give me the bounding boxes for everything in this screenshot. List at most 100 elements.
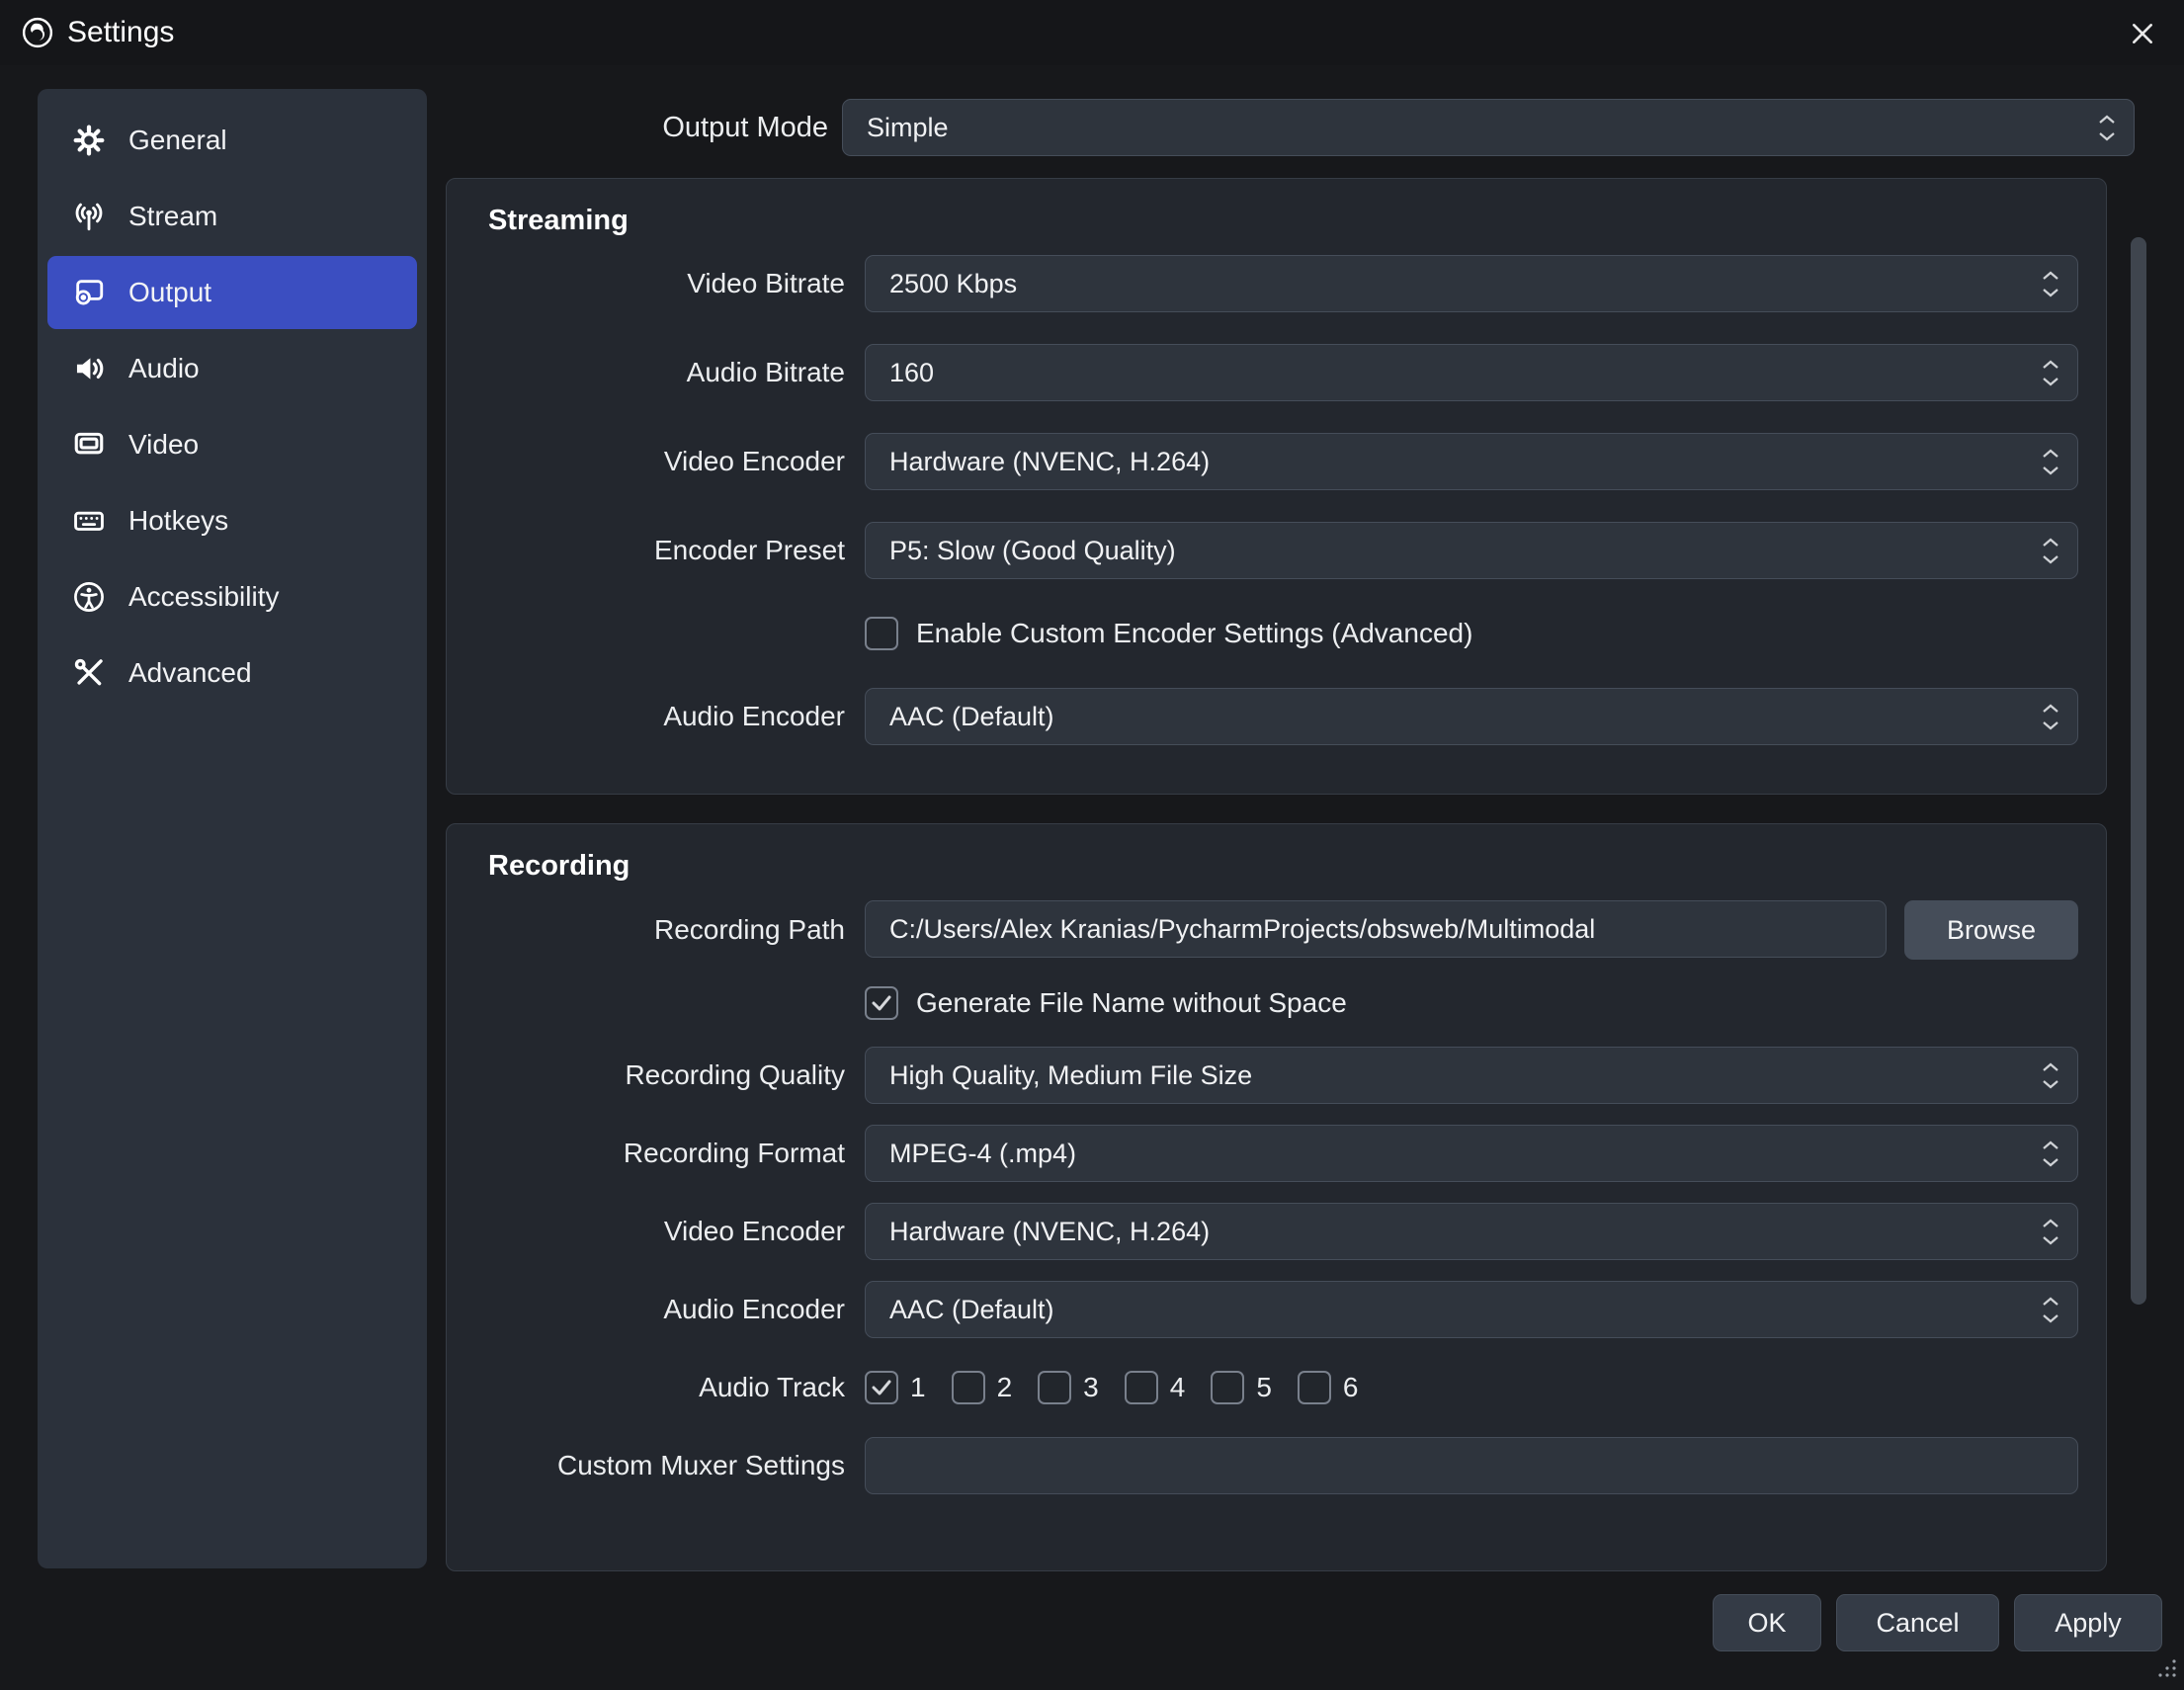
audio-track-4: 4 (1125, 1371, 1186, 1404)
sidebar-item-label: Audio (128, 353, 200, 384)
spinner-arrows-icon[interactable] (2038, 256, 2063, 311)
video-bitrate-spinbox[interactable]: 2500 Kbps (865, 255, 2078, 312)
sidebar-item-audio[interactable]: Audio (47, 332, 417, 405)
audio-track-2: 2 (952, 1371, 1013, 1404)
close-button[interactable] (2121, 12, 2164, 55)
audio-encoder-value: AAC (Default) (889, 702, 1054, 732)
video-encoder-value: Hardware (NVENC, H.264) (889, 447, 1210, 477)
sidebar-item-label: Hotkeys (128, 505, 228, 537)
custom-muxer-input[interactable] (865, 1437, 2078, 1494)
audio-track-5: 5 (1211, 1371, 1272, 1404)
sidebar-item-general[interactable]: General (47, 104, 417, 177)
spinner-arrows-icon[interactable] (2038, 1282, 2063, 1337)
recording-format-row: Recording Format MPEG-4 (.mp4) (474, 1125, 2078, 1182)
audio-track-2-checkbox[interactable] (952, 1371, 985, 1404)
audio-bitrate-value: 160 (889, 358, 934, 388)
settings-sidebar: General Stream (38, 89, 427, 1568)
recording-format-select[interactable]: MPEG-4 (.mp4) (865, 1125, 2078, 1182)
audio-track-6: 6 (1298, 1371, 1359, 1404)
audio-track-row: Audio Track 1 2 (474, 1359, 2078, 1416)
audio-track-5-checkbox[interactable] (1211, 1371, 1244, 1404)
generate-filename-checkbox[interactable] (865, 986, 898, 1020)
recording-section: Recording Recording Path C:/Users/Alex K… (446, 823, 2107, 1571)
sidebar-item-video[interactable]: Video (47, 408, 417, 481)
audio-bitrate-row: Audio Bitrate 160 (474, 344, 2078, 401)
video-encoder-label: Video Encoder (474, 1216, 845, 1247)
video-encoder-select[interactable]: Hardware (NVENC, H.264) (865, 433, 2078, 490)
video-encoder-label: Video Encoder (474, 446, 845, 477)
spinner-arrows-icon[interactable] (2038, 1204, 2063, 1259)
encoder-preset-row: Encoder Preset P5: Slow (Good Quality) (474, 522, 2078, 579)
custom-muxer-label: Custom Muxer Settings (474, 1450, 845, 1481)
audio-encoder-label: Audio Encoder (474, 1294, 845, 1325)
audio-encoder-label: Audio Encoder (474, 701, 845, 732)
recording-audio-encoder-row: Audio Encoder AAC (Default) (474, 1281, 2078, 1338)
audio-bitrate-select[interactable]: 160 (865, 344, 2078, 401)
custom-encoder-settings-checkbox[interactable] (865, 617, 898, 650)
titlebar: Settings (0, 0, 2184, 65)
sidebar-item-advanced[interactable]: Advanced (47, 636, 417, 710)
audio-track-6-checkbox[interactable] (1298, 1371, 1331, 1404)
vertical-scrollbar[interactable] (2131, 237, 2146, 1305)
sidebar-item-output[interactable]: Output (47, 256, 417, 329)
spinner-arrows-icon[interactable] (2038, 1126, 2063, 1181)
keyboard-icon (71, 503, 107, 539)
browse-button[interactable]: Browse (1904, 900, 2078, 960)
audio-track-number: 4 (1170, 1372, 1186, 1403)
recording-format-label: Recording Format (474, 1138, 845, 1169)
video-encoder-value: Hardware (NVENC, H.264) (889, 1217, 1210, 1247)
resize-grip-icon[interactable] (2156, 1657, 2178, 1684)
spinner-arrows-icon[interactable] (2038, 689, 2063, 744)
stream-audio-encoder-row: Audio Encoder AAC (Default) (474, 688, 2078, 745)
tools-icon (71, 655, 107, 691)
accessibility-icon (71, 579, 107, 615)
recording-video-encoder-row: Video Encoder Hardware (NVENC, H.264) (474, 1203, 2078, 1260)
output-icon (71, 275, 107, 310)
recording-path-value: C:/Users/Alex Kranias/PycharmProjects/ob… (889, 914, 1595, 945)
spinner-arrows-icon[interactable] (2094, 100, 2120, 155)
recording-format-value: MPEG-4 (.mp4) (889, 1139, 1076, 1169)
check-icon (870, 1376, 893, 1399)
audio-track-number: 1 (910, 1372, 926, 1403)
sidebar-item-label: Output (128, 277, 211, 308)
recording-video-encoder-select[interactable]: Hardware (NVENC, H.264) (865, 1203, 2078, 1260)
sidebar-item-label: General (128, 125, 227, 156)
encoder-preset-select[interactable]: P5: Slow (Good Quality) (865, 522, 2078, 579)
audio-track-3-checkbox[interactable] (1038, 1371, 1071, 1404)
sidebar-item-stream[interactable]: Stream (47, 180, 417, 253)
audio-encoder-value: AAC (Default) (889, 1295, 1054, 1325)
generate-filename-label: Generate File Name without Space (916, 987, 1347, 1019)
streaming-section: Streaming Video Bitrate 2500 Kbps Audio … (446, 178, 2107, 795)
generate-filename-row: Generate File Name without Space (865, 980, 2078, 1026)
ok-button[interactable]: OK (1713, 1594, 1821, 1651)
audio-track-number: 2 (997, 1372, 1013, 1403)
output-mode-select[interactable]: Simple (842, 99, 2135, 156)
recording-quality-label: Recording Quality (474, 1059, 845, 1091)
apply-button[interactable]: Apply (2014, 1594, 2162, 1651)
recording-audio-encoder-select[interactable]: AAC (Default) (865, 1281, 2078, 1338)
audio-track-4-checkbox[interactable] (1125, 1371, 1158, 1404)
recording-quality-select[interactable]: High Quality, Medium File Size (865, 1047, 2078, 1104)
spinner-arrows-icon[interactable] (2038, 434, 2063, 489)
encoder-preset-value: P5: Slow (Good Quality) (889, 536, 1176, 566)
output-mode-label: Output Mode (494, 99, 828, 156)
spinner-arrows-icon[interactable] (2038, 345, 2063, 400)
sidebar-item-label: Stream (128, 201, 217, 232)
spinner-arrows-icon[interactable] (2038, 523, 2063, 578)
custom-muxer-row: Custom Muxer Settings (474, 1437, 2078, 1494)
sidebar-item-label: Advanced (128, 657, 252, 689)
recording-path-input[interactable]: C:/Users/Alex Kranias/PycharmProjects/ob… (865, 900, 1887, 958)
sidebar-item-hotkeys[interactable]: Hotkeys (47, 484, 417, 557)
streaming-section-title: Streaming (488, 205, 2078, 237)
sidebar-item-accessibility[interactable]: Accessibility (47, 560, 417, 634)
recording-quality-value: High Quality, Medium File Size (889, 1060, 1252, 1091)
audio-track-1-checkbox[interactable] (865, 1371, 898, 1404)
window-title: Settings (67, 16, 174, 49)
spinner-arrows-icon[interactable] (2038, 1048, 2063, 1103)
cancel-button[interactable]: Cancel (1836, 1594, 1999, 1651)
audio-bitrate-label: Audio Bitrate (474, 357, 845, 388)
close-icon (2130, 21, 2155, 46)
audio-track-number: 6 (1343, 1372, 1359, 1403)
video-bitrate-row: Video Bitrate 2500 Kbps (474, 255, 2078, 312)
audio-encoder-select[interactable]: AAC (Default) (865, 688, 2078, 745)
